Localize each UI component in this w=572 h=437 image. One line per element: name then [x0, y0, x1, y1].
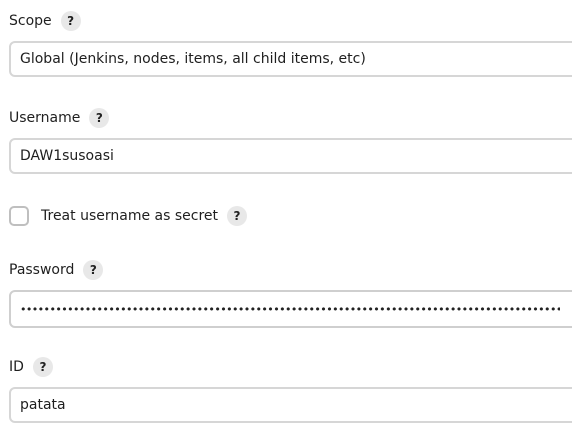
scope-select[interactable]: Global (Jenkins, nodes, items, all child… — [9, 41, 572, 77]
password-field[interactable]: ••••••••••••••••••••••••••••••••••••••••… — [9, 290, 572, 328]
id-field[interactable] — [9, 387, 572, 423]
id-input[interactable] — [20, 397, 572, 413]
scope-help-icon[interactable]: ? — [60, 11, 81, 31]
scope-label: Scope — [9, 13, 52, 29]
username-label-row: Username ? — [9, 108, 110, 128]
treat-username-secret-row: Treat username as secret ? — [9, 205, 247, 227]
id-help-icon[interactable]: ? — [32, 357, 53, 377]
scope-label-row: Scope ? — [9, 11, 81, 31]
treat-username-secret-help-icon[interactable]: ? — [227, 206, 247, 226]
scope-value: Global (Jenkins, nodes, items, all child… — [20, 51, 366, 67]
username-field[interactable] — [9, 138, 572, 174]
id-label: ID — [9, 359, 24, 375]
treat-username-secret-label[interactable]: Treat username as secret — [41, 208, 218, 224]
id-label-row: ID ? — [9, 357, 53, 377]
treat-username-secret-checkbox[interactable] — [9, 206, 29, 226]
password-help-icon[interactable]: ? — [83, 260, 104, 280]
username-label: Username — [9, 110, 81, 126]
username-input[interactable] — [20, 148, 572, 164]
password-label-row: Password ? — [9, 260, 104, 280]
password-masked-value: ••••••••••••••••••••••••••••••••••••••••… — [20, 302, 560, 316]
username-help-icon[interactable]: ? — [89, 108, 110, 128]
credentials-form: Scope ? Global (Jenkins, nodes, items, a… — [0, 0, 572, 437]
password-label: Password — [9, 262, 75, 278]
